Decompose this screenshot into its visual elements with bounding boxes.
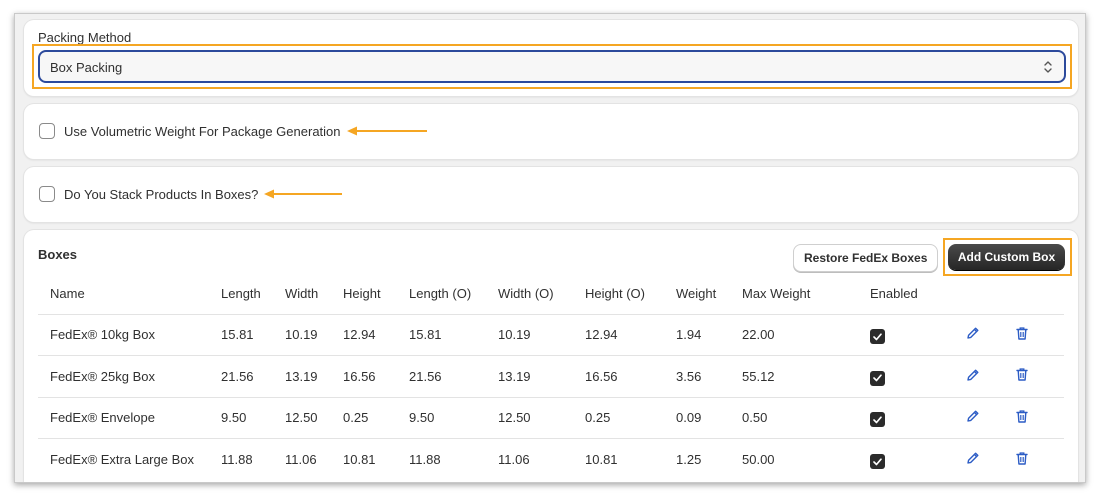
- box-value-cell: 10.81: [573, 438, 664, 480]
- box-value-cell: 15.81: [397, 313, 486, 356]
- table-row: FedEx® 25kg Box 21.56 13.19 16.56 21.56 13.19…: [38, 355, 1064, 397]
- arrow-left-icon: [346, 126, 427, 136]
- pencil-icon[interactable]: [966, 451, 980, 468]
- column-header: Max Weight: [742, 286, 811, 302]
- trash-icon[interactable]: [1015, 367, 1029, 385]
- boxes-title: Boxes: [38, 247, 78, 262]
- box-name-cell: FedEx® 10kg Box: [38, 313, 209, 356]
- box-value-cell: 12.94: [331, 313, 397, 356]
- box-value-cell: 11.06: [486, 438, 573, 480]
- box-value-cell: 12.94: [573, 313, 664, 356]
- column-header: Height (O): [585, 286, 645, 302]
- enabled-cell: [858, 355, 954, 397]
- enabled-cell: [858, 438, 954, 480]
- pencil-icon[interactable]: [966, 368, 980, 385]
- packing-method-highlight: Box Packing: [32, 44, 1072, 89]
- box-value-cell: 0.25: [331, 396, 397, 439]
- packing-method-value: Box Packing: [50, 60, 123, 75]
- arrow-left-icon: [264, 189, 343, 199]
- app-frame: Packing Method Box Packing Use Volumetri…: [14, 13, 1086, 483]
- enabled-checkbox[interactable]: [870, 370, 885, 386]
- column-header: Enabled: [870, 286, 918, 302]
- volumetric-checkbox[interactable]: [39, 123, 55, 139]
- box-value-cell: 13.19: [273, 355, 331, 397]
- packing-method-label: Packing Method: [38, 30, 132, 45]
- box-value-cell: 9.50: [209, 396, 273, 439]
- box-value-cell: 10.81: [331, 438, 397, 480]
- packing-method-card: Packing Method Box Packing: [24, 20, 1078, 96]
- table-row: FedEx® Extra Large Box 11.88 11.06 10.81 11.…: [38, 438, 1064, 480]
- volumetric-label: Use Volumetric Weight For Package Genera…: [64, 123, 341, 139]
- column-header: Length (O): [409, 286, 472, 302]
- box-value-cell: 1.94: [664, 313, 730, 356]
- box-value-cell: 15.81: [209, 313, 273, 356]
- boxes-card: Boxes Restore FedEx Boxes Add Custom Box…: [24, 230, 1078, 482]
- box-value-cell: 0.09: [664, 396, 730, 439]
- box-value-cell: 21.56: [209, 355, 273, 397]
- column-header: Height: [343, 286, 381, 302]
- enabled-checkbox[interactable]: [870, 329, 885, 345]
- box-value-cell: 16.56: [331, 355, 397, 397]
- box-value-cell: 10.19: [486, 313, 573, 356]
- pencil-icon[interactable]: [966, 409, 980, 426]
- packing-method-select[interactable]: Box Packing: [38, 50, 1066, 83]
- boxes-table: Name Length Width Height Length (O) Widt…: [38, 274, 1064, 480]
- table-row: FedEx® Envelope 9.50 12.50 0.25 9.50 12.50 0.2…: [38, 396, 1064, 439]
- volumetric-card: Use Volumetric Weight For Package Genera…: [24, 104, 1078, 159]
- chevron-up-down-icon: [1044, 61, 1052, 73]
- box-value-cell: 50.00: [730, 438, 858, 480]
- box-value-cell: 1.25: [664, 438, 730, 480]
- enabled-cell: [858, 313, 954, 356]
- table-body: FedEx® 10kg Box 15.81 10.19 12.94 15.81 10.19…: [38, 313, 1064, 480]
- trash-icon[interactable]: [1015, 451, 1029, 469]
- column-header: Length: [221, 286, 261, 302]
- pencil-icon[interactable]: [966, 326, 980, 343]
- box-value-cell: 22.00: [730, 313, 858, 356]
- stack-card: Do You Stack Products In Boxes?: [24, 167, 1078, 222]
- box-value-cell: 16.56: [573, 355, 664, 397]
- box-value-cell: 55.12: [730, 355, 858, 397]
- box-value-cell: 11.06: [273, 438, 331, 480]
- box-value-cell: 0.50: [730, 396, 858, 439]
- column-header: Name: [50, 286, 85, 302]
- box-name-cell: FedEx® 25kg Box: [38, 355, 209, 397]
- trash-icon[interactable]: [1015, 326, 1029, 344]
- add-custom-box-button[interactable]: Add Custom Box: [948, 244, 1065, 270]
- column-header: Width: [285, 286, 319, 302]
- box-value-cell: 11.88: [209, 438, 273, 480]
- box-value-cell: 0.25: [573, 396, 664, 439]
- enabled-checkbox[interactable]: [870, 454, 885, 469]
- box-value-cell: 11.88: [397, 438, 486, 480]
- enabled-cell: [858, 396, 954, 439]
- box-value-cell: 12.50: [273, 396, 331, 439]
- box-value-cell: 12.50: [486, 396, 573, 439]
- box-value-cell: 10.19: [273, 313, 331, 356]
- table-row: FedEx® 10kg Box 15.81 10.19 12.94 15.81 10.19…: [38, 313, 1064, 356]
- box-name-cell: FedEx® Envelope: [38, 396, 209, 439]
- box-value-cell: 3.56: [664, 355, 730, 397]
- add-custom-box-highlight: Add Custom Box: [943, 238, 1072, 276]
- box-value-cell: 21.56: [397, 355, 486, 397]
- enabled-checkbox[interactable]: [870, 412, 885, 428]
- box-value-cell: 9.50: [397, 396, 486, 439]
- box-value-cell: 13.19: [486, 355, 573, 397]
- stack-label: Do You Stack Products In Boxes?: [64, 186, 259, 202]
- stack-checkbox[interactable]: [39, 186, 55, 202]
- column-header: Weight: [676, 286, 717, 302]
- table-header-row: Name Length Width Height Length (O) Widt…: [38, 274, 1064, 314]
- trash-icon[interactable]: [1015, 409, 1029, 427]
- column-header: Width (O): [498, 286, 554, 302]
- box-name-cell: FedEx® Extra Large Box: [38, 438, 209, 480]
- restore-fedex-boxes-button[interactable]: Restore FedEx Boxes: [793, 244, 939, 272]
